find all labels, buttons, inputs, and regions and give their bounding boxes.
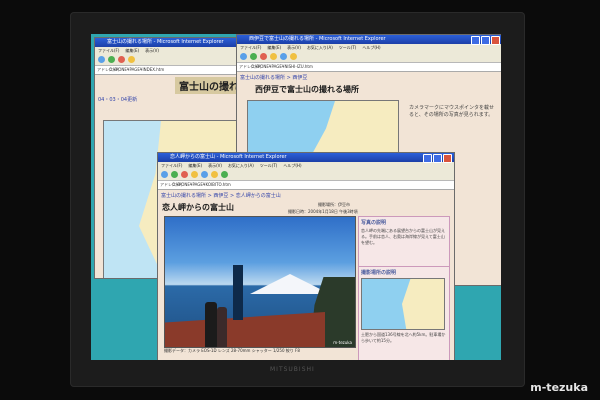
telescope-icon (233, 265, 243, 320)
page-title: 西伊豆で富士山の撮れる場所 (255, 85, 359, 94)
refresh-icon[interactable] (191, 171, 198, 178)
menu-bar: ファイル(F) 編集(E) 表示(V) お気に入り(A) ツール(T) ヘルプ(… (158, 162, 454, 169)
address-label: アドレス(D) (239, 64, 262, 69)
maximize-icon[interactable] (433, 154, 442, 163)
stop-icon[interactable] (181, 171, 188, 178)
menu-edit[interactable]: 編集(E) (188, 162, 202, 169)
page-content: 富士山の撮れる場所 > 西伊豆 > 恋人岬からの富士山 恋人岬からの富士山 撮影… (158, 190, 454, 360)
window-title: 恋人岬からの富士山 - Microsoft Internet Explorer (170, 154, 287, 160)
photo-description-heading: 写真の説明 (361, 220, 387, 226)
menu-view[interactable]: 表示(V) (145, 47, 159, 54)
stop-icon[interactable] (260, 53, 267, 60)
title-bar[interactable]: 西伊豆で富士山の撮れる場所 - Microsoft Internet Explo… (237, 35, 501, 45)
menu-view[interactable]: 表示(V) (287, 44, 301, 51)
person-1 (205, 302, 217, 347)
photo-credit: m-tezuka (530, 381, 588, 394)
photo-description: 写真の説明 恋人岬の先端にある展望台からの富士山が見える。手前は恋人、右奥は海岸… (358, 216, 450, 268)
location-description-heading: 撮影場所の説明 (361, 270, 397, 276)
minimize-icon[interactable] (471, 36, 480, 45)
instructions-text: カメラマークにマウスポインタを載せると、その場所の写真が見られます。 (409, 105, 495, 118)
fuji-photo[interactable]: m-tezuka (164, 216, 356, 348)
menu-bar: ファイル(F) 編集(E) 表示(V) お気に入り(A) ツール(T) ヘルプ(… (237, 44, 501, 51)
person-2 (217, 307, 227, 347)
toolbar (237, 51, 501, 63)
address-label: アドレス(D) (97, 67, 120, 72)
monitor-brand: MITSUBISHI (270, 366, 315, 373)
desktop-screen: 富士山の撮れる場所 - Microsoft Internet Explorer … (91, 34, 501, 360)
page-title: 富士山の撮れ (175, 77, 243, 94)
breadcrumb[interactable]: 富士山の撮れる場所 > 西伊豆 (237, 72, 501, 83)
forward-icon[interactable] (250, 53, 257, 60)
home-icon[interactable] (201, 171, 208, 178)
maximize-icon[interactable] (481, 36, 490, 45)
menu-favorites[interactable]: お気に入り(A) (307, 44, 333, 51)
toolbar (158, 169, 454, 181)
shoot-place: 撮影場所：伊豆市 (318, 202, 350, 207)
menu-help[interactable]: ヘルプ(H) (283, 162, 301, 169)
menu-edit[interactable]: 編集(E) (267, 44, 281, 51)
mount-fuji (250, 274, 330, 294)
address-bar[interactable]: アドレス(D) C:¥¥ONE¥PAGE¥NISHI-IZU.htm (237, 63, 501, 72)
window-title: 西伊豆で富士山の撮れる場所 - Microsoft Internet Explo… (249, 36, 386, 42)
refresh-icon[interactable] (270, 53, 277, 60)
history-icon[interactable] (221, 171, 228, 178)
back-icon[interactable] (161, 171, 168, 178)
forward-icon[interactable] (108, 56, 115, 63)
title-bar[interactable]: 恋人岬からの富士山 - Microsoft Internet Explorer (158, 153, 454, 163)
browser-window-front[interactable]: 恋人岬からの富士山 - Microsoft Internet Explorer … (157, 152, 455, 360)
exif-data: 撮影データ：カメラ EOS-1D レンズ 28-70mm シャッター 1/250… (164, 348, 300, 353)
observation-deck (165, 312, 325, 347)
window-title: 富士山の撮れる場所 - Microsoft Internet Explorer (107, 39, 224, 45)
location-map[interactable] (361, 278, 445, 330)
location-description-text: 土肥から国道136号線を北へ約5km。駐車場から歩いて約15分。 (361, 332, 446, 343)
address-label: アドレス(D) (160, 182, 183, 187)
close-icon[interactable] (443, 154, 452, 163)
menu-tools[interactable]: ツール(T) (339, 44, 357, 51)
photo-watermark: m-tezuka (333, 340, 352, 345)
back-icon[interactable] (98, 56, 105, 63)
menu-edit[interactable]: 編集(E) (125, 47, 139, 54)
menu-file[interactable]: ファイル(F) (161, 162, 182, 169)
menu-help[interactable]: ヘルプ(H) (362, 44, 380, 51)
stop-icon[interactable] (118, 56, 125, 63)
menu-favorites[interactable]: お気に入り(A) (228, 162, 254, 169)
close-icon[interactable] (491, 36, 500, 45)
home-icon[interactable] (280, 53, 287, 60)
forward-icon[interactable] (171, 171, 178, 178)
menu-tools[interactable]: ツール(T) (260, 162, 278, 169)
menu-file[interactable]: ファイル(F) (240, 44, 261, 51)
back-icon[interactable] (240, 53, 247, 60)
shoot-date: 撮影日時：2004年1月18日 午後3時頃 (288, 209, 358, 214)
minimize-icon[interactable] (423, 154, 432, 163)
photo-description-text: 恋人岬の先端にある展望台からの富士山が見える。手前は恋人、右奥は海岸線が見えて富… (361, 228, 445, 245)
favorites-icon[interactable] (290, 53, 297, 60)
menu-view[interactable]: 表示(V) (208, 162, 222, 169)
refresh-icon[interactable] (128, 56, 135, 63)
location-description: 撮影場所の説明 土肥から国道136号線を北へ約5km。駐車場から歩いて約15分。 (358, 266, 450, 360)
address-bar[interactable]: アドレス(D) C:¥¥ONE¥PAGE¥KOIBITO.htm (158, 181, 454, 190)
favorites-icon[interactable] (211, 171, 218, 178)
menu-file[interactable]: ファイル(F) (98, 47, 119, 54)
breadcrumb[interactable]: 富士山の撮れる場所 > 西伊豆 > 恋人岬からの富士山 (158, 190, 454, 201)
